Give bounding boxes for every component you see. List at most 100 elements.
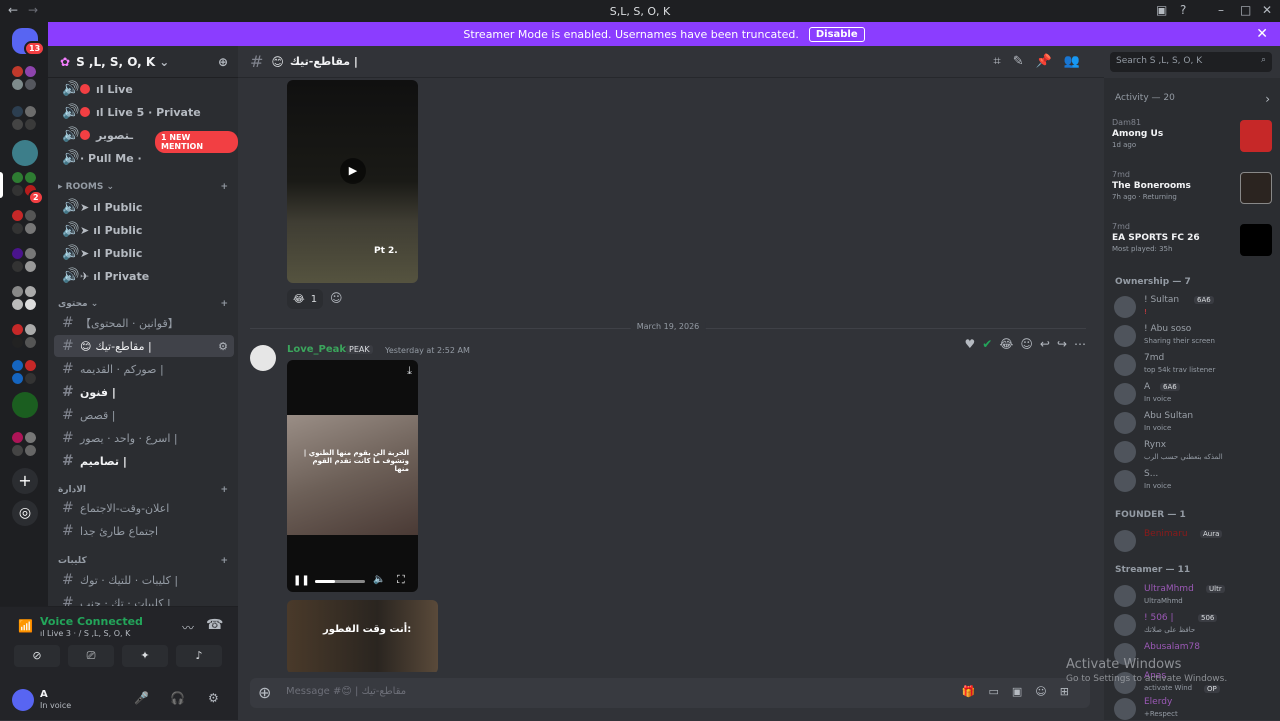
text-channel[interactable]: # صوركم · القديمه | — [54, 358, 234, 380]
server-folder[interactable] — [12, 210, 36, 234]
voice-channel[interactable]: 🔊 ➤ ıl Public — [54, 242, 234, 264]
search-input[interactable]: Search S ,L, S, O, K ⌕ — [1110, 52, 1272, 72]
add-attachment-icon[interactable]: ⊕ — [258, 683, 271, 702]
minimize-icon[interactable]: – — [1218, 3, 1224, 17]
voice-location[interactable]: ıl Live 3 · / S ,L, S, O, K — [40, 629, 130, 638]
activities-button[interactable]: ✦ — [122, 645, 168, 667]
voice-channel[interactable]: 🔊 ✈ ıl Private — [54, 265, 234, 287]
composer-tools[interactable]: 🎁▭▣☺⊞ — [962, 685, 1082, 698]
add-channel-icon[interactable]: + — [220, 182, 228, 192]
close-window-icon[interactable]: ✕ — [1262, 3, 1272, 17]
more-icon[interactable]: ⋯ — [1074, 337, 1086, 351]
member-item[interactable]: ! 506 | 506 حافظ على صلاتك — [1114, 612, 1276, 640]
text-channel[interactable]: # فنون | — [54, 381, 234, 403]
server-folder[interactable] — [12, 106, 36, 130]
play-icon[interactable]: ▶ — [340, 158, 366, 184]
video-attachment[interactable]: أنت وقت الفطور: — [287, 600, 438, 672]
activity-card[interactable]: Dam81 Among Us 1d ago — [1112, 118, 1272, 164]
voice-channel[interactable]: 🔊 · Pull Me · — [54, 147, 234, 169]
member-item[interactable]: Rynx المذكه بتعطني حسب الرب — [1114, 439, 1276, 467]
category-rooms[interactable]: ▸ ROOMS ⌄ + — [58, 182, 228, 192]
text-channel[interactable]: # اعلان-وقت-الاجتماع — [54, 497, 234, 519]
disconnect-icon[interactable]: ☎ — [206, 617, 223, 633]
server-folder[interactable] — [12, 432, 36, 456]
fullscreen-icon[interactable]: ⛶ — [397, 573, 405, 587]
voice-channel[interactable]: 🔊 ıl Live — [54, 78, 234, 100]
add-channel-icon[interactable]: + — [220, 556, 228, 566]
seek-bar[interactable] — [315, 580, 365, 583]
voice-channel[interactable]: 🔊 ➤ ıl Public — [54, 219, 234, 241]
member-item[interactable]: UltraMhmd Ultr UltraMhmd — [1114, 583, 1276, 611]
reaction-pill[interactable]: 😂 1 — [287, 289, 324, 309]
reply-icon[interactable]: ↩ — [1040, 337, 1050, 351]
text-channel-active[interactable]: # 😊 مقاطع-تيك | ⚙ — [54, 335, 234, 357]
text-channel[interactable]: # كليبات · للتيك · توك | — [54, 569, 234, 591]
message-author[interactable]: Love_Peaks — [287, 344, 352, 355]
member-item[interactable]: Abu Sultan In voice — [1114, 410, 1276, 438]
text-channel[interactable]: # قصص | — [54, 404, 234, 426]
add-channel-icon[interactable]: + — [220, 485, 228, 495]
voice-channel[interactable]: 🔊 ıl Live 5 · Private — [54, 101, 234, 123]
server-icon[interactable] — [12, 140, 38, 166]
settings-icon[interactable]: ⚙ — [218, 340, 228, 353]
text-channel[interactable]: # اسرع · واحد · يصور | — [54, 427, 234, 449]
headphones-icon[interactable]: 🎧 — [170, 691, 185, 705]
add-reaction-icon[interactable]: ☺ — [1020, 337, 1033, 351]
help-icon[interactable]: ? — [1180, 3, 1186, 17]
member-item[interactable]: ! Sultan 6A6! — [1114, 294, 1276, 322]
activity-card[interactable]: 7md EA SPORTS FC 26 Most played: 35h — [1112, 222, 1272, 268]
gear-icon[interactable]: ⚙ — [208, 691, 219, 705]
text-channel[interactable]: # تصاميم | — [54, 450, 234, 472]
video-player[interactable]: ⤓ الحربة الي بقوم منها الطنوي | وتشوف ما… — [287, 360, 418, 592]
member-item[interactable]: Elerdy +Respect — [1114, 696, 1276, 720]
invite-icon[interactable]: ⊕ — [218, 55, 228, 69]
pause-icon[interactable]: ❚❚ — [293, 575, 310, 586]
maximize-icon[interactable]: □ — [1240, 3, 1251, 17]
server-folder[interactable] — [12, 360, 36, 384]
add-reaction-icon[interactable]: ☺ — [330, 291, 343, 305]
member-item[interactable]: Benimaru Aura — [1114, 528, 1276, 556]
activity-card[interactable]: 7md The Bonerooms 7h ago · Returning — [1112, 170, 1272, 216]
header-icons[interactable]: ⌗✎📌👥 — [993, 54, 1092, 69]
category-admin[interactable]: الادارة + — [58, 485, 228, 495]
check-icon[interactable]: ✔ — [982, 337, 992, 351]
video-attachment[interactable]: ▶ Pt 2. — [287, 80, 418, 283]
add-channel-icon[interactable]: + — [220, 299, 228, 309]
chevron-right-icon[interactable]: › — [1265, 92, 1270, 106]
add-server-icon[interactable]: + — [12, 468, 38, 494]
close-banner-icon[interactable]: ✕ — [1256, 26, 1268, 42]
member-item[interactable]: ! Abu soso Sharing their screen — [1114, 323, 1276, 351]
message-input[interactable]: ⊕ Message #😊 | مقاطع-تيك 🎁▭▣☺⊞ — [250, 678, 1090, 708]
avatar[interactable] — [12, 689, 34, 711]
server-folder[interactable] — [12, 286, 36, 310]
text-channel[interactable]: # اجتماع طارئ جدا — [54, 520, 234, 542]
guild-header[interactable]: ✿ S ,L, S, O, K ⌄ ⊕ — [48, 46, 238, 78]
voice-channel[interactable]: 🔊 ➤ ıl Public — [54, 196, 234, 218]
forward-icon[interactable]: ↪ — [1057, 337, 1067, 351]
soundboard-button[interactable]: ♪ — [176, 645, 222, 667]
member-item[interactable]: S... In voice — [1114, 468, 1276, 496]
laugh-emoji-icon[interactable]: 😂 — [999, 337, 1013, 351]
unread-dot — [80, 84, 90, 94]
microphone-icon[interactable]: 🎤 — [134, 691, 149, 705]
voice-channel[interactable]: 🔊 ـتصوير — [54, 124, 234, 146]
inbox-icon[interactable]: ▣ — [1156, 3, 1167, 17]
heart-icon[interactable]: ♥ — [965, 337, 976, 351]
server-folder[interactable] — [12, 324, 36, 348]
member-item[interactable]: 7md top 54k trav listener — [1114, 352, 1276, 380]
server-folder[interactable] — [12, 248, 36, 272]
volume-icon[interactable]: 🔈 — [373, 574, 385, 585]
text-channel[interactable]: # 【قوانين · المحتوى】 — [54, 312, 234, 334]
disable-button[interactable]: Disable — [808, 26, 865, 42]
category-clips[interactable]: كليبات + — [58, 556, 228, 566]
member-item[interactable]: A 6A6 In voice — [1114, 381, 1276, 409]
camera-off-button[interactable]: ⊘ — [14, 645, 60, 667]
category-content[interactable]: محتوى ⌄ + — [58, 299, 228, 309]
avatar[interactable] — [250, 345, 276, 371]
server-icon[interactable] — [12, 392, 38, 418]
noise-suppression-icon[interactable]: 〰 — [182, 619, 194, 636]
server-folder[interactable] — [12, 66, 36, 90]
download-icon[interactable]: ⤓ — [407, 364, 412, 378]
discover-icon[interactable]: ◎ — [12, 500, 38, 526]
screen-share-button[interactable]: ⎚ — [68, 645, 114, 667]
